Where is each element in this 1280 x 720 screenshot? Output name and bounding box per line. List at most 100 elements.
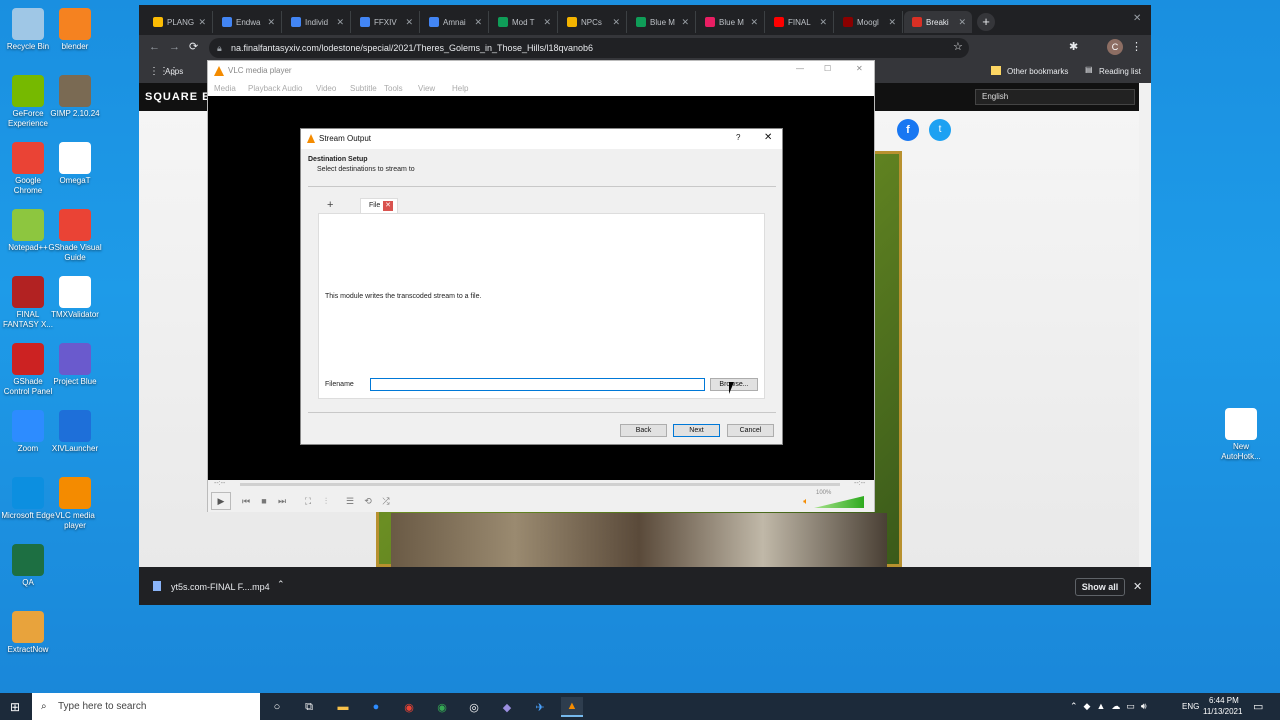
tab-close-icon[interactable]: ✕	[681, 17, 689, 28]
project-blue-taskbar-icon[interactable]: ◆	[497, 697, 517, 717]
browser-tab[interactable]: Blue M ✕	[628, 11, 696, 33]
desktop-icon[interactable]: TMXValidator	[47, 276, 103, 320]
new-tab-button[interactable]: +	[977, 13, 995, 31]
xivlauncher-taskbar-icon[interactable]: ✈	[530, 697, 550, 717]
browser-tab[interactable]: Moogl ✕	[835, 11, 903, 33]
desktop-icon[interactable]: QA	[0, 544, 56, 588]
show-all-button[interactable]: Show all	[1075, 578, 1125, 596]
star-icon[interactable]: ☆	[953, 40, 963, 53]
browser-tab[interactable]: PLANG ✕	[145, 11, 213, 33]
back-button[interactable]: Back	[620, 424, 667, 437]
speaker-icon[interactable]: 🔈︎	[798, 493, 814, 509]
vlc-menu-item[interactable]: Playback	[248, 84, 280, 93]
menu-icon[interactable]: ⋮	[1131, 40, 1142, 53]
browser-tab[interactable]: Endwa ✕	[214, 11, 282, 33]
tab-close-icon[interactable]: ✕	[405, 17, 413, 28]
vlc-menu-item[interactable]: Audio	[282, 84, 302, 93]
page-scrollbar[interactable]	[1139, 83, 1151, 567]
playlist-icon[interactable]: ☰	[342, 493, 358, 509]
tab-close-icon[interactable]: ✕	[267, 17, 275, 28]
previous-icon[interactable]: ⏮	[238, 493, 254, 509]
fullscreen-icon[interactable]: ⛶	[300, 493, 316, 509]
browser-tab[interactable]: NPCs ✕	[559, 11, 627, 33]
desktop-icon[interactable]: VLC media player	[47, 477, 103, 531]
tab-close-icon[interactable]: ✕	[612, 17, 620, 28]
extensions-icon[interactable]: ✱	[1069, 40, 1078, 53]
other-bookmarks[interactable]: Other bookmarks	[1007, 67, 1068, 76]
site-logo[interactable]: SQUARE E	[145, 91, 210, 103]
tab-close-icon[interactable]: ✕	[474, 17, 482, 28]
add-destination-tab[interactable]: +	[319, 198, 359, 212]
reload-icon[interactable]: ⟳	[189, 40, 198, 53]
vlc-menu-item[interactable]: View	[418, 84, 435, 93]
vlc-taskbar-icon[interactable]: ▲	[561, 697, 583, 717]
seek-bar[interactable]	[240, 483, 840, 486]
apps-link[interactable]: Apps	[165, 67, 183, 76]
volume-slider[interactable]	[814, 496, 864, 508]
tab-close-icon[interactable]: ✕	[750, 17, 758, 28]
extended-settings-icon[interactable]: ⫶	[318, 493, 334, 509]
avatar[interactable]: C	[1107, 39, 1123, 55]
zoom-taskbar-icon[interactable]: ●	[366, 697, 386, 717]
loop-icon[interactable]: ⟲	[360, 493, 376, 509]
maximize-icon[interactable]: ☐	[824, 64, 831, 73]
desktop-icon[interactable]: Project Blue	[47, 343, 103, 387]
next-icon[interactable]: ⏭	[274, 493, 290, 509]
browser-tab[interactable]: Mod T ✕	[490, 11, 558, 33]
clock-time[interactable]: 6:44 PM	[1209, 696, 1239, 705]
close-download-bar-icon[interactable]: ✕	[1133, 580, 1142, 593]
address-bar[interactable]: 🔒︎ na.finalfantasyxiv.com/lodestone/spec…	[209, 38, 969, 58]
filename-field[interactable]	[370, 378, 705, 391]
shuffle-icon[interactable]: ⤮	[378, 493, 394, 509]
tab-close-icon[interactable]: ✕	[819, 17, 827, 28]
close-icon[interactable]: ✕	[856, 64, 863, 73]
reading-list[interactable]: Reading list	[1099, 67, 1141, 76]
tab-close-icon[interactable]: ✕	[198, 17, 206, 28]
twitter-icon[interactable]: t	[929, 119, 951, 141]
minimize-icon[interactable]: —	[796, 64, 804, 73]
vlc-menu-item[interactable]: Help	[452, 84, 468, 93]
browser-tab[interactable]: Breaki ✕	[904, 11, 972, 33]
desktop-icon[interactable]: ExtractNow	[0, 611, 56, 655]
cortana-icon[interactable]: ○	[267, 697, 287, 717]
desktop-icon[interactable]: New AutoHotk...	[1213, 408, 1269, 462]
vlc-menu-item[interactable]: Video	[316, 84, 336, 93]
notification-icon[interactable]: ▭	[1253, 700, 1263, 713]
tab-close-icon[interactable]: ✕	[543, 17, 551, 28]
browser-tab[interactable]: Blue M ✕	[697, 11, 765, 33]
back-icon[interactable]: ←	[149, 41, 160, 53]
browser-tab[interactable]: FFXIV ✕	[352, 11, 420, 33]
stop-icon[interactable]: ■	[256, 493, 272, 509]
tab-file[interactable]: File ✕	[360, 198, 398, 213]
vlc-menu-item[interactable]: Tools	[384, 84, 403, 93]
browser-tab[interactable]: FINAL ✕	[766, 11, 834, 33]
language-select[interactable]: English	[975, 89, 1135, 105]
desktop-icon[interactable]: GIMP 2.10.24	[47, 75, 103, 119]
dialog-close-icon[interactable]: ✕	[764, 132, 772, 143]
tab-close-icon[interactable]: ✕	[958, 17, 966, 28]
window-close-icon[interactable]: ✕	[1133, 13, 1141, 24]
clock-date[interactable]: 11/13/2021	[1203, 707, 1242, 716]
tray-icons[interactable]: ⌃◆▲☁▭🔊︎	[1070, 701, 1153, 712]
chrome-taskbar-icon[interactable]: ◉	[399, 697, 419, 717]
obs-icon[interactable]: ◎	[464, 697, 484, 717]
chrome-taskbar-icon-2[interactable]: ◉	[432, 697, 452, 717]
browser-tab[interactable]: Individ ✕	[283, 11, 351, 33]
desktop-icon[interactable]: OmegaT	[47, 142, 103, 186]
task-view-icon[interactable]: ⧉	[299, 697, 319, 717]
next-button[interactable]: Next	[673, 424, 720, 437]
search-box[interactable]: ⌕ Type here to search	[32, 693, 260, 720]
tab-close-icon[interactable]: ✕	[888, 17, 896, 28]
download-item[interactable]: yt5s.com-FINAL F....mp4	[171, 582, 270, 592]
help-button[interactable]: ?	[736, 133, 740, 142]
vlc-menu-item[interactable]: Subtitle	[350, 84, 377, 93]
language-indicator[interactable]: ENG	[1182, 702, 1199, 711]
tab-close-icon[interactable]: ✕	[336, 17, 344, 28]
play-button[interactable]: ▶	[211, 492, 231, 510]
desktop-icon[interactable]: GShade Visual Guide	[47, 209, 103, 263]
browser-tab[interactable]: Amnai ✕	[421, 11, 489, 33]
cancel-button[interactable]: Cancel	[727, 424, 774, 437]
start-icon[interactable]: ⊞	[10, 700, 20, 714]
vlc-menu-item[interactable]: Media	[214, 84, 236, 93]
desktop-icon[interactable]: XIVLauncher	[47, 410, 103, 454]
